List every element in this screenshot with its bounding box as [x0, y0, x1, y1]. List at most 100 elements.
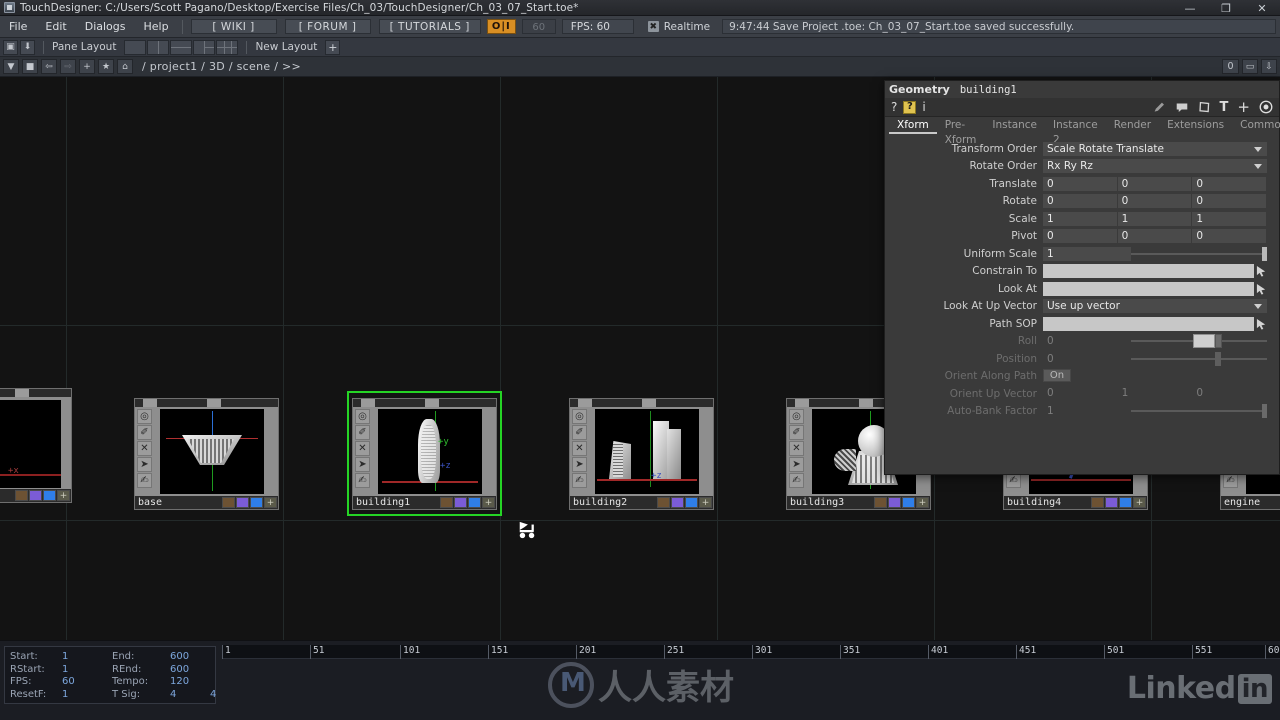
- node-tool-close-icon[interactable]: ✕: [572, 441, 587, 456]
- node-partial-left[interactable]: +y +x +z +: [0, 388, 72, 503]
- pivot-y-field[interactable]: 0: [1117, 229, 1193, 244]
- flag-render[interactable]: [236, 497, 249, 508]
- node-tool-hand-icon[interactable]: ✍: [572, 473, 587, 488]
- node-flags[interactable]: +: [1091, 497, 1147, 508]
- node-tool-hand-icon[interactable]: ✍: [1006, 473, 1021, 488]
- node-tool-pick-icon[interactable]: ✐: [355, 425, 370, 440]
- path-sop-picker-icon[interactable]: [1256, 317, 1267, 331]
- flag-display[interactable]: [1119, 497, 1132, 508]
- layout-preset-5[interactable]: [216, 39, 239, 55]
- flag-render[interactable]: [1105, 497, 1118, 508]
- flag-bypass[interactable]: [222, 497, 235, 508]
- node-tool-arrow-icon[interactable]: ➤: [789, 457, 804, 472]
- start-value[interactable]: 1: [62, 651, 112, 662]
- bookmark-star-icon[interactable]: ★: [98, 59, 114, 74]
- param-row-translate[interactable]: Translate 0 0 0: [885, 175, 1279, 193]
- param-row-look-at-up-vector[interactable]: Look At Up Vector Use up vector: [885, 298, 1279, 316]
- flag-bypass[interactable]: [657, 497, 670, 508]
- flag-clone[interactable]: +: [264, 497, 277, 508]
- rotate-x-field[interactable]: 0: [1043, 194, 1118, 209]
- download-icon[interactable]: ⬇: [20, 39, 35, 55]
- parameter-tabs[interactable]: Xform Pre-Xform Instance Instance 2 Rend…: [885, 117, 1280, 146]
- scale-z-field[interactable]: 1: [1192, 211, 1268, 226]
- op-help-icon[interactable]: ?: [903, 100, 917, 114]
- add-icon[interactable]: +: [1237, 99, 1250, 115]
- tempo-value[interactable]: 120: [170, 676, 210, 687]
- flag-render[interactable]: [671, 497, 684, 508]
- node-tool-arrow-icon[interactable]: ➤: [572, 457, 587, 472]
- tab-render[interactable]: Render: [1106, 118, 1159, 134]
- new-layout-button[interactable]: +: [325, 39, 341, 55]
- flag-display[interactable]: [250, 497, 263, 508]
- minimize-button[interactable]: —: [1172, 0, 1208, 16]
- rotate-z-field[interactable]: 0: [1192, 194, 1268, 209]
- flag-clone[interactable]: +: [57, 490, 70, 501]
- flag-bypass[interactable]: [1091, 497, 1104, 508]
- menu-dialogs[interactable]: Dialogs: [76, 16, 135, 38]
- tag-icon[interactable]: [1198, 101, 1211, 114]
- transform-order-dropdown[interactable]: Scale Rotate Translate: [1043, 141, 1267, 156]
- pencil-icon[interactable]: [1153, 101, 1166, 114]
- node-building1[interactable]: ◎ ✐ ✕ ➤ ✍ +y +z building1 +: [347, 391, 502, 516]
- param-row-pivot[interactable]: Pivot 0 0 0: [885, 228, 1279, 246]
- text-icon[interactable]: T: [1220, 101, 1229, 114]
- screenshot-icon[interactable]: ▣: [3, 39, 18, 55]
- network-menu-button[interactable]: ▼: [3, 59, 19, 74]
- flag-clone[interactable]: +: [1133, 497, 1146, 508]
- menu-file[interactable]: File: [0, 16, 36, 38]
- node-base[interactable]: ◎ ✐ ✕ ➤ ✍ base +: [134, 398, 279, 510]
- flag-render[interactable]: [454, 497, 467, 508]
- scale-y-field[interactable]: 1: [1117, 211, 1193, 226]
- parameter-dialog[interactable]: Geometry building1 ? ? i T + Xform Pre-X…: [884, 80, 1280, 475]
- node-tool-close-icon[interactable]: ✕: [355, 441, 370, 456]
- flag-display[interactable]: [685, 497, 698, 508]
- back-button[interactable]: ⇦: [41, 59, 57, 74]
- menu-help[interactable]: Help: [135, 16, 178, 38]
- fps-target-field[interactable]: 60: [521, 19, 556, 34]
- target-icon[interactable]: [1259, 100, 1273, 114]
- tab-xform[interactable]: Xform: [889, 118, 937, 134]
- tab-extensions[interactable]: Extensions: [1159, 118, 1232, 134]
- home-icon[interactable]: ⌂: [117, 59, 133, 74]
- param-row-path-sop[interactable]: Path SOP: [885, 315, 1279, 333]
- translate-y-field[interactable]: 0: [1117, 176, 1193, 191]
- perform-toggle-button[interactable]: O|I: [486, 19, 516, 34]
- node-flags[interactable]: +: [15, 490, 71, 501]
- layout-preset-3[interactable]: [170, 39, 193, 55]
- node-tool-hand-icon[interactable]: ✍: [789, 473, 804, 488]
- breadcrumb[interactable]: / project1 / 3D / scene / >>: [142, 60, 301, 73]
- node-tool-hand-icon[interactable]: ✍: [1223, 473, 1238, 488]
- param-row-constrain-to[interactable]: Constrain To: [885, 263, 1279, 281]
- node-tool-arrow-icon[interactable]: ➤: [355, 457, 370, 472]
- constrain-to-field[interactable]: [1043, 264, 1254, 279]
- tsig-value-1[interactable]: 4: [170, 689, 210, 700]
- node-flags[interactable]: +: [657, 497, 713, 508]
- flag-bypass[interactable]: [15, 490, 28, 501]
- end-value[interactable]: 600: [170, 651, 210, 662]
- add-node-button[interactable]: +: [79, 59, 95, 74]
- node-tool-strip[interactable]: ◎ ✐ ✕ ➤ ✍: [355, 409, 370, 488]
- fps-value[interactable]: 60: [62, 676, 112, 687]
- pane-index-field[interactable]: 0: [1222, 59, 1239, 74]
- node-tool-viewer-icon[interactable]: ◎: [789, 409, 804, 424]
- realtime-toggle[interactable]: ✖ Realtime: [647, 21, 710, 33]
- tab-common[interactable]: Common: [1232, 118, 1280, 134]
- look-at-picker-icon[interactable]: [1256, 282, 1267, 296]
- node-tool-viewer-icon[interactable]: ◎: [137, 409, 152, 424]
- tab-instance-2[interactable]: Instance 2: [1045, 118, 1106, 146]
- tab-instance[interactable]: Instance: [984, 118, 1045, 134]
- node-tool-close-icon[interactable]: ✕: [137, 441, 152, 456]
- maximize-pane-icon[interactable]: ▭: [1242, 59, 1258, 74]
- layout-preset-4[interactable]: [193, 39, 216, 55]
- param-row-transform-order[interactable]: Transform Order Scale Rotate Translate: [885, 140, 1279, 158]
- look-at-up-vector-dropdown[interactable]: Use up vector: [1043, 299, 1267, 314]
- translate-x-field[interactable]: 0: [1043, 176, 1118, 191]
- flag-render[interactable]: [29, 490, 42, 501]
- close-button[interactable]: ✕: [1244, 0, 1280, 16]
- menu-edit[interactable]: Edit: [36, 16, 75, 38]
- forum-button[interactable]: [ FORUM ]: [284, 19, 371, 34]
- stop-button[interactable]: ■: [22, 59, 38, 74]
- node-tool-close-icon[interactable]: ✕: [789, 441, 804, 456]
- pane-layout-presets[interactable]: [124, 39, 239, 55]
- node-tool-strip[interactable]: ◎ ✐ ✕ ➤ ✍: [137, 409, 152, 488]
